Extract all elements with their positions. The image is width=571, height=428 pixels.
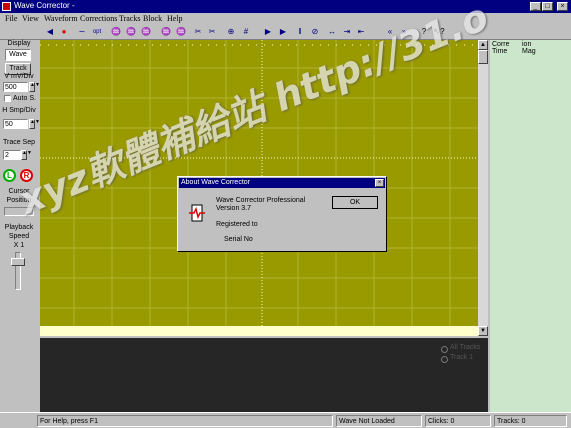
- ok-button[interactable]: OK: [332, 196, 378, 209]
- window-title: Wave Corrector -: [14, 1, 75, 10]
- record-icon[interactable]: ●: [58, 26, 70, 38]
- scroll-thumb[interactable]: [478, 50, 488, 64]
- toolbar: ◀ ● ∼ opt ♒ ♒ ♒ ♒ ♒ ✂ ✂ ⊕ # ▶ ▶ ‖ ⊘ ↔ ⇥ …: [0, 25, 571, 40]
- dialog-version: Version 3.7: [216, 205, 252, 212]
- wave-tool-icon[interactable]: ♒: [160, 26, 172, 38]
- status-bar: For Help, press F1 Wave Not Loaded Click…: [0, 412, 571, 428]
- all-tracks-label: All Tracks: [450, 344, 481, 351]
- dialog-title: About Wave Corrector: [179, 178, 385, 188]
- display-label: Display: [7, 40, 31, 47]
- wave-tool-icon[interactable]: ♒: [175, 26, 187, 38]
- wave-tool-icon[interactable]: ♒: [125, 26, 137, 38]
- menu-view[interactable]: View: [22, 14, 39, 23]
- right-channel-button[interactable]: R: [20, 169, 33, 182]
- status-wave: Wave Not Loaded: [336, 415, 422, 427]
- trace-sep-input[interactable]: 2: [3, 150, 21, 160]
- forward-icon[interactable]: »: [398, 26, 410, 38]
- dialog-close-icon[interactable]: ×: [375, 179, 384, 187]
- waveform-baseline: [40, 326, 478, 336]
- speed-value: X 1: [13, 242, 25, 249]
- position-label: Position: [6, 197, 32, 204]
- stop-icon[interactable]: ⊘: [309, 26, 321, 38]
- minimize-button[interactable]: _: [530, 2, 541, 11]
- maximize-button[interactable]: □: [542, 2, 553, 11]
- corrections-col1-header: Corre Time: [492, 41, 510, 55]
- wave-tool-icon[interactable]: ♒: [140, 26, 152, 38]
- h-scale-label: H Smp/Div: [2, 107, 36, 114]
- auto-scale-checkbox[interactable]: [4, 95, 11, 102]
- menu-block[interactable]: Block: [143, 14, 162, 23]
- rewind-icon[interactable]: «: [384, 26, 396, 38]
- dialog-product-name: Wave Corrector Professional: [216, 197, 306, 204]
- dialog-serial: Serial No: [224, 236, 253, 243]
- cursor-position-field: [4, 207, 34, 216]
- status-tracks: Tracks: 0: [494, 415, 567, 427]
- wave-button[interactable]: Wave: [5, 49, 31, 61]
- menu-corrections[interactable]: Corrections: [80, 14, 117, 23]
- track-panel: All Tracks Track 1: [40, 338, 488, 412]
- menu-waveform[interactable]: Waveform: [44, 14, 78, 23]
- v-scale-spinner[interactable]: ▲▼: [29, 82, 40, 92]
- clear-icon[interactable]: ∼: [76, 26, 88, 38]
- opt-icon[interactable]: opt: [91, 26, 103, 38]
- v-scale-input[interactable]: 500: [3, 82, 28, 92]
- auto-scale-label: Auto S.: [13, 95, 36, 102]
- close-button[interactable]: ×: [557, 2, 568, 11]
- play-icon[interactable]: ▶: [277, 26, 289, 38]
- menu-tracks[interactable]: Tracks: [119, 14, 140, 23]
- trace-sep-label: Trace Sep: [2, 139, 36, 146]
- track-1-radio[interactable]: [441, 356, 448, 363]
- h-scale-input[interactable]: 50: [3, 119, 28, 129]
- corrections-col2-header: ion Mag: [522, 41, 536, 55]
- grid-icon[interactable]: #: [240, 26, 252, 38]
- zoom-icon[interactable]: ⊕: [225, 26, 237, 38]
- about-dialog: About Wave Corrector × Wave Corrector Pr…: [177, 176, 387, 252]
- vertical-scrollbar[interactable]: ▲ ▼: [478, 40, 488, 336]
- track-1-label: Track 1: [450, 354, 474, 361]
- app-icon: [2, 2, 11, 11]
- left-channel-button[interactable]: L: [3, 169, 16, 182]
- status-help: For Help, press F1: [37, 415, 333, 427]
- status-clicks: Clicks: 0: [425, 415, 491, 427]
- scroll-down-icon[interactable]: ▼: [478, 326, 488, 336]
- play-icon[interactable]: ▶: [262, 26, 274, 38]
- v-scale-label: V mV/Div: [4, 73, 34, 80]
- marker-icon[interactable]: ↔: [326, 26, 338, 38]
- app-logo-icon: [189, 204, 205, 222]
- title-bar: Wave Corrector - _ □ ×: [0, 0, 571, 13]
- speed-label: Speed: [8, 233, 30, 240]
- corrections-panel: Corre Time ion Mag: [490, 40, 571, 412]
- menu-help[interactable]: Help: [167, 14, 183, 23]
- context-help-icon[interactable]: ↖?: [433, 26, 445, 38]
- left-control-panel: Display Wave Track V mV/Div 500 ▲▼ Auto …: [0, 40, 40, 412]
- all-tracks-radio[interactable]: [441, 346, 448, 353]
- cut-icon[interactable]: ✂: [206, 26, 218, 38]
- menu-bar: File View Waveform Corrections Tracks Bl…: [0, 13, 571, 25]
- cursor-label: Cursor: [8, 188, 30, 195]
- speed-slider-thumb[interactable]: [11, 258, 25, 266]
- play-reverse-icon[interactable]: ◀: [44, 26, 56, 38]
- cut-icon[interactable]: ✂: [192, 26, 204, 38]
- dialog-registered: Registered to: [216, 221, 258, 228]
- playback-label: Playback: [4, 224, 34, 231]
- h-scale-spinner[interactable]: ▲▼: [29, 119, 40, 129]
- marker-icon[interactable]: ⇤: [355, 26, 367, 38]
- scroll-up-icon[interactable]: ▲: [478, 40, 488, 50]
- wave-tool-icon[interactable]: ♒: [110, 26, 122, 38]
- trace-sep-spinner[interactable]: ▲▼: [21, 150, 32, 160]
- help-icon[interactable]: ?: [418, 26, 430, 38]
- menu-file[interactable]: File: [5, 14, 17, 23]
- marker-icon[interactable]: ⇥: [341, 26, 353, 38]
- pause-icon[interactable]: ‖: [294, 26, 306, 38]
